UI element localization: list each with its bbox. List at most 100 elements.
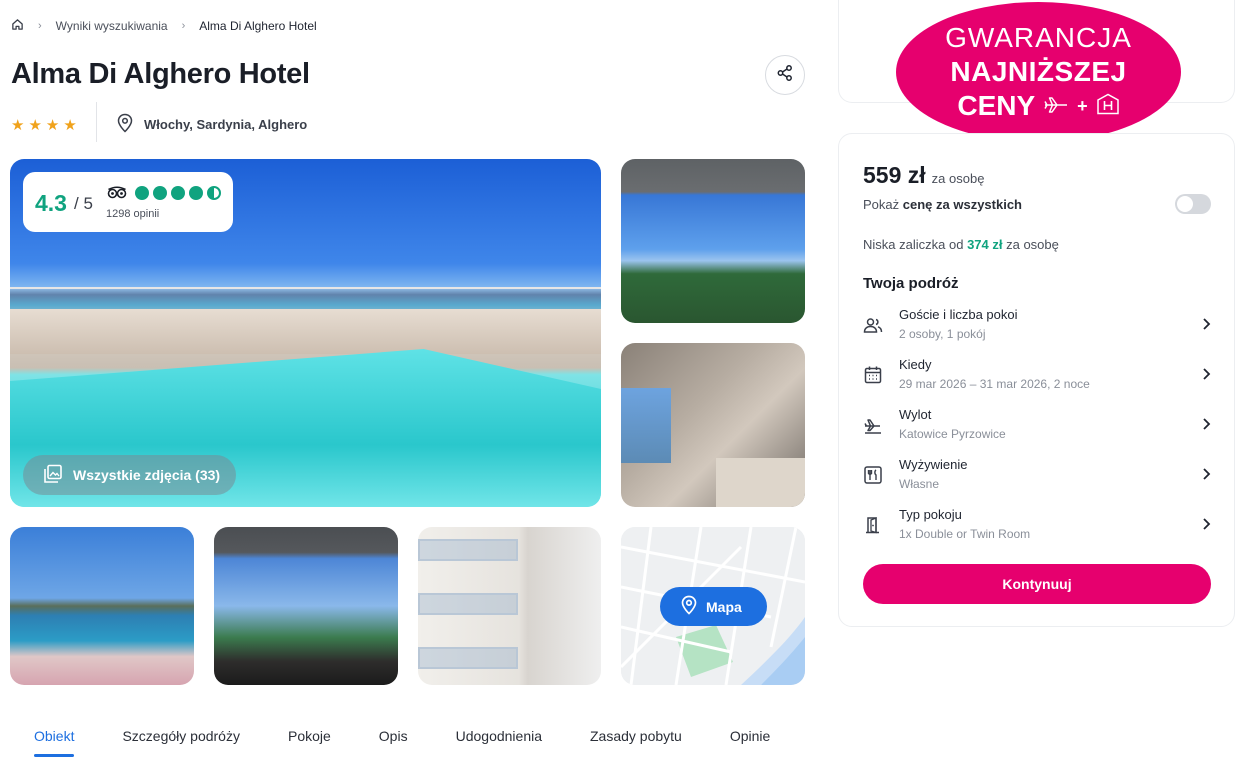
- door-icon: [863, 515, 883, 535]
- tab-zasady-pobytu[interactable]: Zasady pobytu: [566, 728, 706, 750]
- map-button[interactable]: Mapa: [660, 587, 767, 626]
- rating-bubbles: [135, 186, 221, 200]
- plane-icon: [1043, 90, 1069, 122]
- promo-line3: CENY +: [896, 90, 1181, 122]
- chevron-right-icon: [1201, 367, 1211, 386]
- hotel-location: Włochy, Sardynia, Alghero: [116, 113, 307, 136]
- tab-udogodnienia[interactable]: Udogodnienia: [432, 728, 566, 750]
- map-pin-icon: [680, 595, 698, 618]
- tab-obiekt[interactable]: Obiekt: [10, 728, 98, 757]
- map-button-label: Mapa: [706, 598, 742, 615]
- rating-card: 4.3 / 5 1298 opinii: [23, 172, 233, 232]
- deposit-suffix: za osobę: [1006, 237, 1059, 252]
- location-text: Włochy, Sardynia, Alghero: [144, 117, 308, 132]
- section-tabs: Obiekt Szczegóły podróży Pokoje Opis Udo…: [10, 728, 794, 757]
- photo-bed: [716, 458, 805, 507]
- trip-row-label: Wylot: [899, 407, 932, 422]
- photo-beach[interactable]: [10, 527, 194, 685]
- trip-row-value: 1x Double or Twin Room: [899, 527, 1031, 541]
- chevron-right-icon: ›: [38, 20, 42, 32]
- photo-railing: [10, 287, 601, 309]
- share-icon: [776, 64, 794, 87]
- tab-opinie[interactable]: Opinie: [706, 728, 794, 750]
- chevron-right-icon: ›: [181, 20, 186, 32]
- trip-row-guests[interactable]: Goście i liczba pokoi 2 osoby, 1 pokój: [863, 307, 1213, 347]
- share-button[interactable]: [765, 55, 805, 95]
- tripadvisor-icon: [107, 186, 127, 205]
- promo-line1: GWARANCJA: [945, 22, 1132, 53]
- photo-balcony: [418, 539, 518, 561]
- star-icon: ★: [63, 117, 77, 134]
- trip-row-label: Goście i liczba pokoi: [899, 307, 1018, 322]
- price-amount: 559 zł: [863, 162, 926, 188]
- trip-row-room-type[interactable]: Typ pokoju 1x Double or Twin Room: [863, 507, 1213, 547]
- trip-row-label: Kiedy: [899, 357, 932, 372]
- home-icon[interactable]: [11, 18, 24, 34]
- show-total-price-label: Pokaż cenę za wszystkich: [863, 197, 1022, 212]
- location-pin-icon: [116, 113, 134, 136]
- review-count[interactable]: 1298 opinii: [106, 208, 159, 220]
- photo-window: [621, 388, 671, 463]
- deposit-prefix: Niska zaliczka od: [863, 237, 964, 252]
- calendar-icon: [863, 365, 883, 385]
- trip-row-label: Typ pokoju: [899, 507, 962, 522]
- star-rating: ★ ★ ★ ★: [11, 116, 77, 134]
- rating-scale: / 5: [74, 194, 93, 213]
- booking-panel: 559 zł za osobę Pokaż cenę za wszystkich…: [838, 133, 1235, 627]
- breadcrumb-search-results[interactable]: Wyniki wyszukiwania: [56, 19, 168, 33]
- rating-bubble-full: [153, 186, 167, 200]
- all-photos-label: Wszystkie zdjęcia (33): [73, 467, 221, 483]
- guests-icon: [863, 315, 883, 335]
- chevron-right-icon: [1201, 417, 1211, 436]
- trip-row-departure[interactable]: Wylot Katowice Pyrzowice: [863, 407, 1213, 447]
- show-total-prefix: Pokaż: [863, 197, 900, 212]
- breadcrumb: › Wyniki wyszukiwania › Alma Di Alghero …: [11, 18, 317, 34]
- rating-bubble-full: [135, 186, 149, 200]
- trip-title: Twoja podróż: [863, 275, 959, 292]
- trip-row-value: Własne: [899, 477, 940, 491]
- chevron-right-icon: [1201, 317, 1211, 336]
- deposit-amount: 374 zł: [967, 237, 1003, 252]
- star-icon: ★: [11, 117, 25, 134]
- trip-row-value: 29 mar 2026 – 31 mar 2026, 2 noce: [899, 377, 1090, 391]
- photo-gallery-icon: [43, 464, 63, 487]
- trip-row-value: 2 osoby, 1 pokój: [899, 327, 986, 341]
- all-photos-button[interactable]: Wszystkie zdjęcia (33): [23, 455, 236, 495]
- trip-row-meals[interactable]: Wyżywienie Własne: [863, 457, 1213, 497]
- rating-score: 4.3: [35, 190, 67, 216]
- total-price-toggle[interactable]: [1175, 194, 1211, 214]
- price-block: 559 zł za osobę: [863, 162, 984, 189]
- tab-opis[interactable]: Opis: [355, 728, 432, 750]
- chevron-right-icon: [1201, 467, 1211, 486]
- continue-button[interactable]: Kontynuuj: [863, 564, 1211, 604]
- plane-departure-icon: [863, 415, 883, 435]
- star-icon: ★: [28, 117, 42, 134]
- photo-room-interior[interactable]: [621, 343, 805, 507]
- tab-pokoje[interactable]: Pokoje: [264, 728, 355, 750]
- trip-row-value: Katowice Pyrzowice: [899, 427, 1006, 441]
- promo-line2: NAJNIŻSZEJ: [950, 56, 1127, 87]
- photo-building-facade[interactable]: [418, 527, 601, 685]
- promo-line3-text: CENY: [957, 90, 1036, 121]
- price-unit: za osobę: [931, 171, 985, 186]
- rating-bubble-full: [189, 186, 203, 200]
- tab-szczegoly-podrozy[interactable]: Szczegóły podróży: [98, 728, 264, 750]
- rating-bubble-half: [207, 186, 221, 200]
- photo-balcony: [418, 647, 518, 669]
- divider: [96, 102, 97, 142]
- photo-terrace[interactable]: [214, 527, 398, 685]
- hotel-h-icon: [1096, 90, 1120, 122]
- cutlery-icon: [863, 465, 883, 485]
- show-total-bold: cenę za wszystkich: [902, 197, 1022, 212]
- photo-balcony-sea-view[interactable]: [621, 159, 805, 323]
- chevron-right-icon: [1201, 517, 1211, 536]
- lowest-price-guarantee-badge: GWARANCJA NAJNIŻSZEJ CENY +: [896, 2, 1181, 142]
- trip-row-label: Wyżywienie: [899, 457, 968, 472]
- page-title: Alma Di Alghero Hotel: [11, 58, 310, 90]
- star-icon: ★: [45, 117, 60, 134]
- photo-balcony: [418, 593, 518, 615]
- trip-row-dates[interactable]: Kiedy 29 mar 2026 – 31 mar 2026, 2 noce: [863, 357, 1213, 397]
- breadcrumb-current: Alma Di Alghero Hotel: [199, 19, 317, 33]
- promo-plus: +: [1077, 95, 1088, 116]
- photo-deck: [10, 309, 601, 354]
